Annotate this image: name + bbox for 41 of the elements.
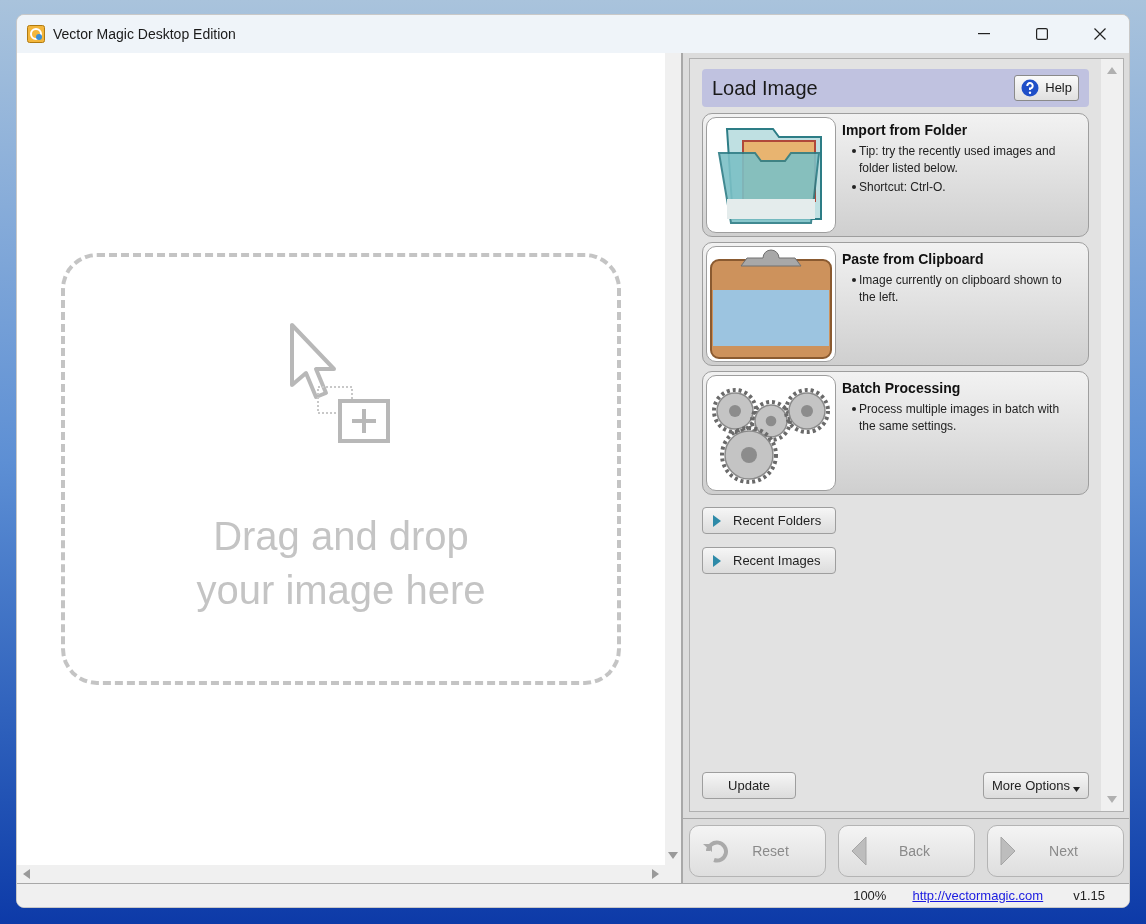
panel-title: Load Image	[712, 76, 818, 101]
version-label: v1.15	[1073, 886, 1105, 905]
action-description: Shortcut: Ctrl-O.	[859, 179, 946, 196]
maximize-icon	[1036, 28, 1048, 40]
action-description: Process multiple images in batch with the same settings.	[859, 401, 1061, 435]
action-title: Import from Folder	[842, 121, 969, 140]
scroll-up-icon	[1107, 67, 1117, 74]
app-logo-icon	[27, 25, 45, 43]
left-triangle-icon	[851, 836, 867, 866]
scroll-right-icon	[652, 869, 659, 879]
more-options-button[interactable]: More Options	[982, 772, 1089, 799]
bullet-icon	[852, 278, 856, 282]
action-title: Paste from Clipboard	[842, 250, 985, 269]
action-card[interactable]: Batch Processing Process multiple images in batch with the same settings.	[702, 371, 1089, 495]
action-title: Batch Processing	[842, 379, 962, 398]
bullet-icon	[852, 149, 856, 153]
drop-hint: Drag and drop	[213, 513, 469, 560]
action-description: Tip: try the recently used images and folder listed below.	[859, 143, 1057, 177]
action-card[interactable]: Import from Folder Tip: try the recently used images and folder listed below. Shortcut: Ctrl-O.	[702, 113, 1089, 237]
dropdown-caret-icon	[1073, 787, 1080, 792]
help-icon	[1021, 79, 1040, 97]
scroll-down-icon	[668, 852, 678, 859]
update-button[interactable]: Update	[702, 772, 796, 799]
undo-icon	[702, 839, 728, 863]
action-description: Image currently on clipboard shown to the left.	[859, 272, 1063, 306]
expander-button[interactable]: Recent Folders	[702, 507, 836, 534]
zoom-level: 100%	[853, 886, 887, 905]
action-card[interactable]: Paste from Clipboard Image currently on clipboard shown to the left.	[702, 242, 1089, 366]
help-button[interactable]: Help	[1014, 75, 1079, 101]
drop-hint: your image here	[196, 567, 486, 614]
right-triangle-icon	[1000, 836, 1016, 866]
scroll-down-icon	[1107, 796, 1117, 803]
bullet-icon	[852, 407, 856, 411]
bullet-icon	[852, 185, 856, 189]
window-title: Vector Magic Desktop Edition	[53, 24, 236, 44]
scroll-left-icon	[23, 869, 30, 879]
expander-button[interactable]: Recent Images	[702, 547, 836, 574]
panel-scrollbar[interactable]	[1101, 59, 1123, 811]
close-icon	[1094, 28, 1106, 40]
minimize-icon	[978, 33, 990, 35]
website-link[interactable]: http://vectormagic.com	[912, 885, 1044, 906]
